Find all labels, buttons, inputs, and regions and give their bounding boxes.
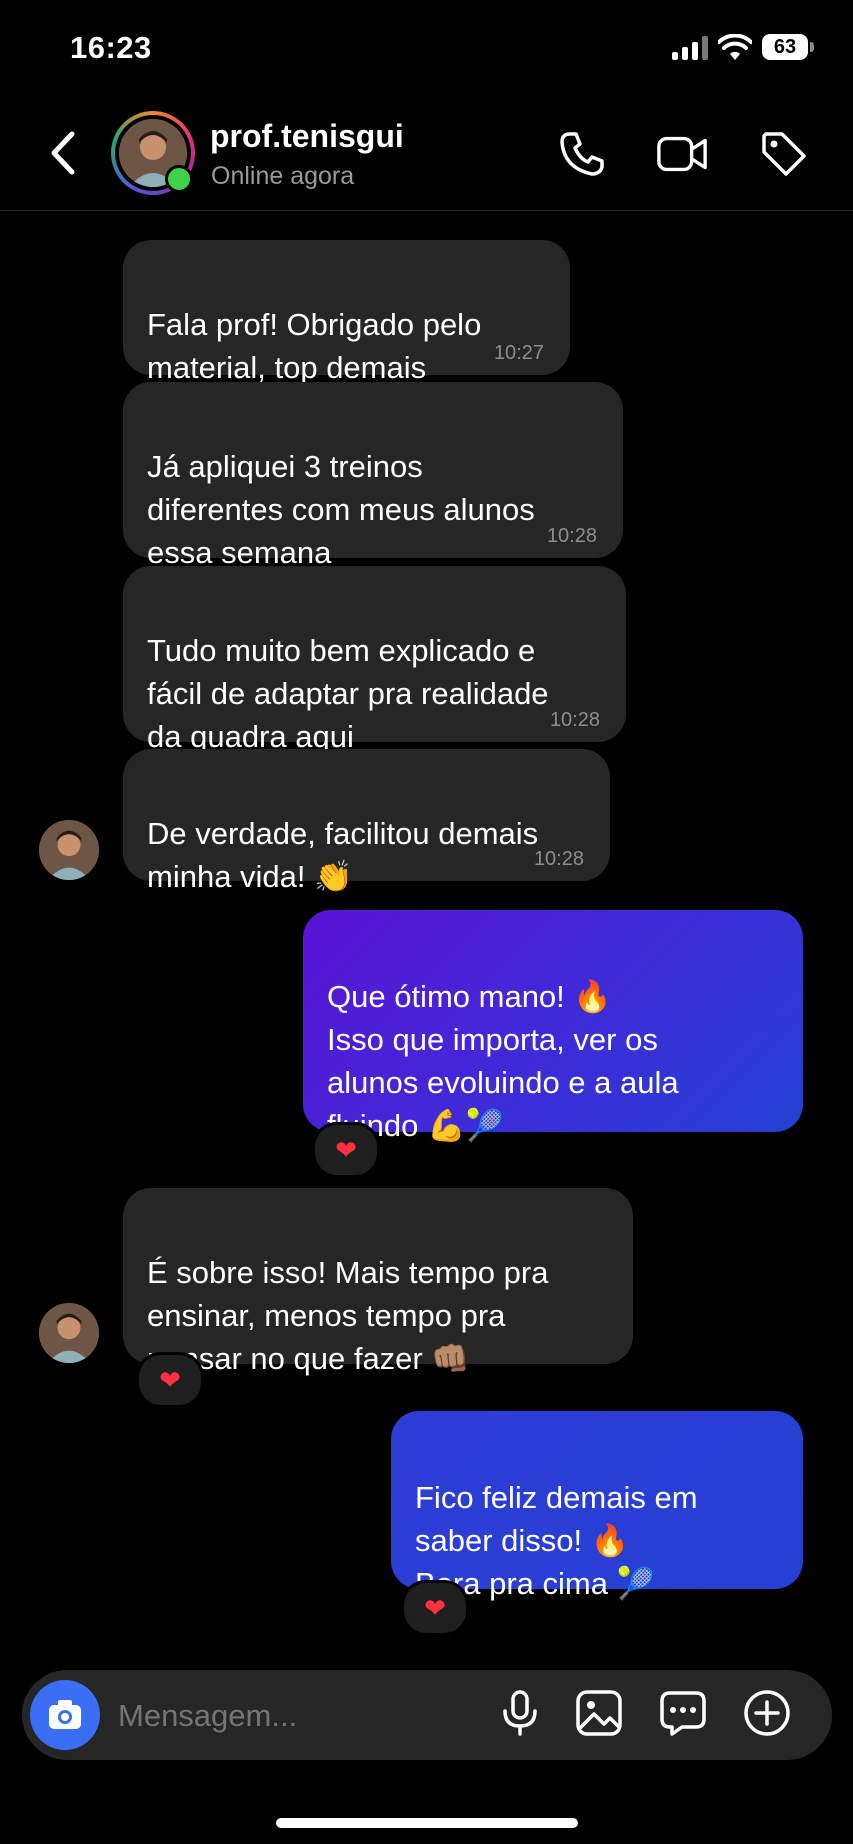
tag-icon[interactable] — [758, 128, 810, 180]
message-outgoing[interactable]: Que ótimo mano! 🔥 Isso que importa, ver … — [303, 910, 803, 1143]
message-incoming[interactable]: Tudo muito bem explicado e fácil de adap… — [123, 566, 626, 754]
status-time: 16:23 — [70, 30, 152, 65]
heart-reaction[interactable]: ❤ — [312, 1122, 380, 1178]
message-input[interactable] — [118, 1696, 478, 1736]
message-text: Que ótimo mano! 🔥 Isso que importa, ver … — [327, 979, 679, 1143]
contact-status: Online agora — [211, 162, 355, 190]
microphone-icon[interactable] — [495, 1688, 545, 1738]
message-text: Fico feliz demais em saber disso! 🔥 Bora… — [415, 1480, 698, 1601]
phone-icon[interactable] — [556, 128, 608, 180]
message-incoming[interactable]: Já apliquei 3 treinos diferentes com meu… — [123, 382, 623, 570]
avatar-image — [39, 820, 99, 880]
message-incoming[interactable]: Fala prof! Obrigado pelo material, top d… — [123, 240, 570, 385]
image-icon[interactable] — [574, 1688, 624, 1738]
contact-username[interactable]: prof.tenisgui — [210, 118, 404, 155]
battery-tip — [810, 42, 814, 52]
online-status-dot — [165, 165, 193, 193]
message-incoming[interactable]: De verdade, facilitou demais minha vida!… — [123, 749, 610, 894]
sticker-icon[interactable] — [658, 1688, 708, 1738]
message-time: 10:27 — [493, 342, 544, 364]
message-text: Fala prof! Obrigado pelo material, top d… — [147, 307, 482, 385]
sender-avatar[interactable] — [39, 820, 99, 880]
message-text: Tudo muito bem explicado e fácil de adap… — [147, 633, 549, 754]
header-divider — [0, 210, 853, 211]
home-indicator — [276, 1818, 578, 1828]
wifi-icon — [718, 34, 752, 60]
back-icon[interactable] — [48, 130, 78, 176]
heart-reaction[interactable]: ❤ — [136, 1352, 204, 1408]
message-incoming[interactable]: É sobre isso! Mais tempo pra ensinar, me… — [123, 1188, 633, 1376]
message-time: 10:28 — [546, 525, 597, 547]
sender-avatar[interactable] — [39, 1303, 99, 1363]
heart-reaction[interactable]: ❤ — [401, 1580, 469, 1636]
video-icon[interactable] — [656, 128, 708, 180]
signal-icon — [672, 36, 710, 60]
battery-indicator: 63 — [762, 34, 808, 60]
message-time: 10:28 — [533, 848, 584, 870]
message-text: É sobre isso! Mais tempo pra ensinar, me… — [147, 1255, 549, 1376]
camera-icon — [49, 1700, 81, 1729]
avatar-image — [39, 1303, 99, 1363]
message-text: De verdade, facilitou demais minha vida!… — [147, 816, 539, 894]
message-time: 10:28 — [549, 709, 600, 731]
plus-icon[interactable] — [742, 1688, 792, 1738]
camera-button[interactable] — [30, 1680, 100, 1750]
message-text: Já apliquei 3 treinos diferentes com meu… — [147, 449, 535, 570]
message-outgoing[interactable]: Fico feliz demais em saber disso! 🔥 Bora… — [391, 1411, 803, 1601]
